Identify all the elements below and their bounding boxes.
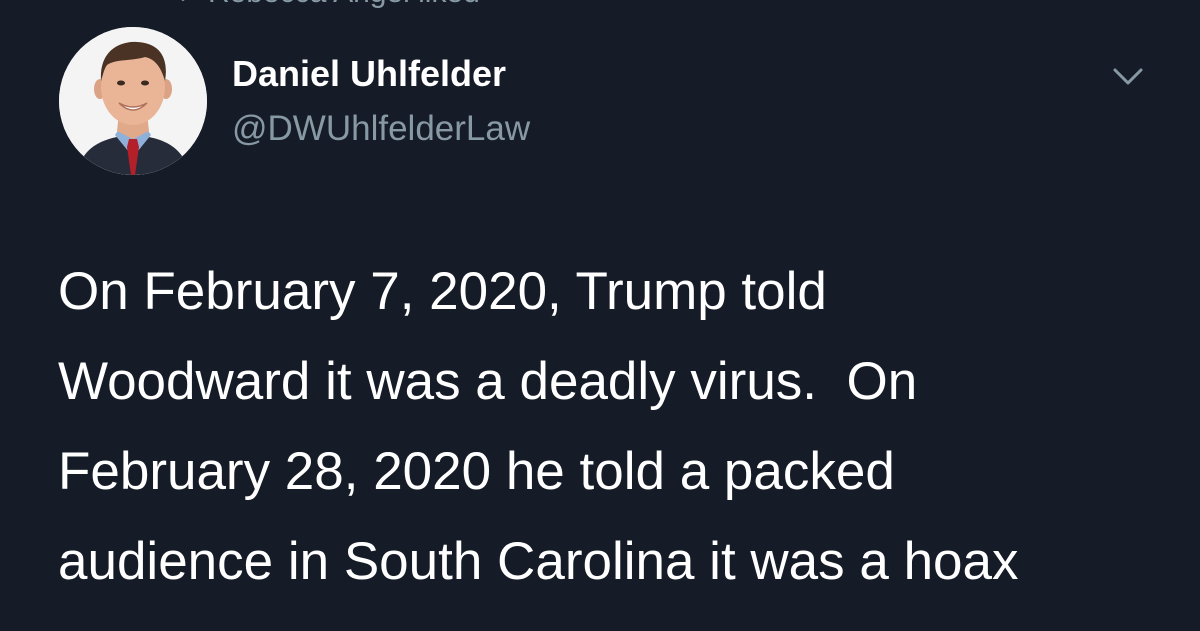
tweet-text: On February 7, 2020, Trump told Woodward… [58, 247, 1158, 607]
avatar-photo [59, 27, 207, 175]
author-handle[interactable]: @DWUhlfelderLaw [232, 109, 530, 149]
tweet-text-line: On February 7, 2020, Trump told [58, 262, 827, 321]
social-context-text[interactable]: Rebecca Angel liked [208, 0, 480, 8]
heart-icon [181, 0, 185, 2]
tweet-text-line: audience in South Carolina it was a hoax [58, 532, 1019, 591]
social-context: Rebecca Angel liked [172, 0, 480, 8]
chevron-down-icon [1113, 68, 1143, 85]
author-display-name[interactable]: Daniel Uhlfelder [232, 54, 506, 94]
more-options-button[interactable] [1110, 64, 1146, 88]
tweet-text-line: Woodward it was a deadly virus. On [58, 352, 918, 411]
tweet-text-line: February 28, 2020 he told a packed [58, 442, 895, 501]
avatar[interactable] [59, 27, 207, 175]
